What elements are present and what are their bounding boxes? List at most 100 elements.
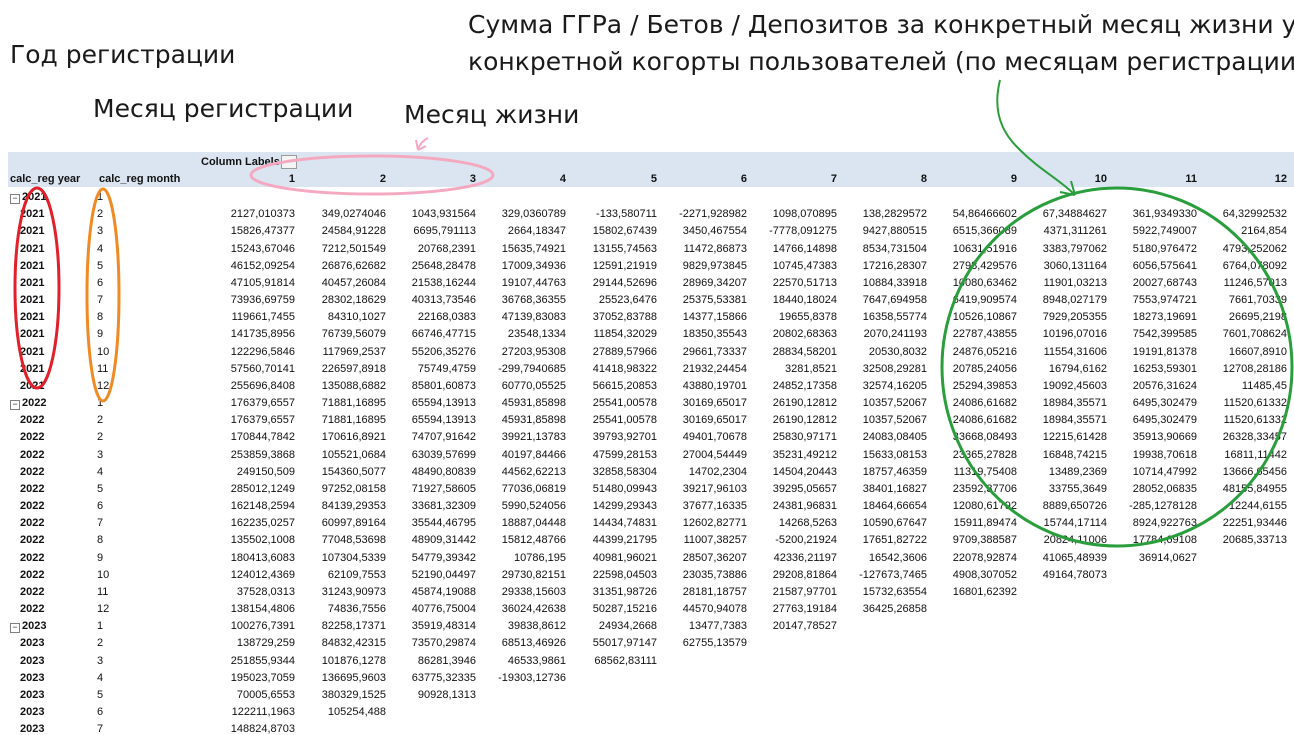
table-cell[interactable]: 29338,15603 — [466, 586, 566, 598]
table-cell[interactable]: 20785,24056 — [917, 363, 1017, 375]
table-cell[interactable]: 138154,4806 — [195, 603, 295, 615]
table-cell[interactable]: 349,0274046 — [286, 208, 386, 220]
collapse-toggle-2021[interactable]: − — [10, 194, 20, 204]
table-cell[interactable]: 74836,7556 — [286, 603, 386, 615]
table-cell[interactable]: 20824,11006 — [1007, 534, 1107, 546]
table-cell[interactable]: 60770,05525 — [466, 380, 566, 392]
table-cell[interactable]: 12080,61792 — [917, 500, 1017, 512]
column-header-3[interactable]: 3 — [376, 173, 476, 185]
table-cell[interactable]: 122211,1963 — [195, 706, 295, 718]
table-cell[interactable]: 141735,8956 — [195, 328, 295, 340]
table-cell[interactable]: 40313,73546 — [376, 294, 476, 306]
table-cell[interactable]: 15812,48766 — [466, 534, 566, 546]
table-cell[interactable]: 20530,8032 — [827, 346, 927, 358]
table-cell[interactable]: 15911,89474 — [917, 517, 1017, 529]
table-cell[interactable]: 170844,7842 — [195, 431, 295, 443]
table-cell[interactable]: 76739,56079 — [286, 328, 386, 340]
row-header-year[interactable]: calc_reg year — [10, 173, 80, 185]
group-year-2022[interactable]: 2022 — [22, 397, 46, 409]
table-cell[interactable]: -2271,928982 — [647, 208, 747, 220]
table-cell[interactable]: 24086,61682 — [917, 397, 1017, 409]
table-cell[interactable]: 35231,49212 — [737, 449, 837, 461]
table-cell[interactable]: 138729,259 — [195, 637, 295, 649]
table-cell[interactable]: 3060,131164 — [1007, 260, 1107, 272]
table-cell[interactable]: -127673,7465 — [827, 569, 927, 581]
table-cell[interactable]: 170616,8921 — [286, 431, 386, 443]
table-cell[interactable]: 66746,47715 — [376, 328, 476, 340]
table-cell[interactable]: 75749,4759 — [376, 363, 476, 375]
table-cell[interactable]: 31351,98726 — [557, 586, 657, 598]
table-cell[interactable]: 14377,15866 — [647, 311, 747, 323]
table-cell[interactable]: 33681,32309 — [376, 500, 476, 512]
table-cell[interactable]: 105521,0684 — [286, 449, 386, 461]
table-cell[interactable]: 37677,16335 — [647, 500, 747, 512]
table-cell[interactable]: 18757,46359 — [827, 466, 927, 478]
table-cell[interactable]: 41065,48939 — [1007, 552, 1107, 564]
table-cell[interactable]: 16607,8910 — [1187, 346, 1287, 358]
table-cell[interactable]: 380329,1525 — [286, 689, 386, 701]
column-header-10[interactable]: 10 — [1007, 173, 1107, 185]
table-cell[interactable]: 71927,58605 — [376, 483, 476, 495]
table-cell[interactable]: 7601,708624 — [1187, 328, 1287, 340]
table-cell[interactable]: 180413,6083 — [195, 552, 295, 564]
table-cell[interactable]: 37052,83788 — [557, 311, 657, 323]
table-cell[interactable]: 82258,17371 — [286, 620, 386, 632]
collapse-toggle-2023[interactable]: − — [10, 623, 20, 634]
table-cell[interactable]: 16848,74215 — [1007, 449, 1107, 461]
table-cell[interactable]: 25830,97171 — [737, 431, 837, 443]
table-cell[interactable]: 77036,06819 — [466, 483, 566, 495]
table-cell[interactable]: 45931,85898 — [466, 397, 566, 409]
table-cell[interactable]: 18984,35571 — [1007, 414, 1107, 426]
table-cell[interactable]: 35913,90669 — [1097, 431, 1197, 443]
table-cell[interactable]: 40197,84466 — [466, 449, 566, 461]
table-cell[interactable]: 9427,880515 — [827, 225, 927, 237]
table-cell[interactable]: 90928,1313 — [376, 689, 476, 701]
table-cell[interactable]: 25541,00578 — [557, 397, 657, 409]
table-cell[interactable]: 42336,21197 — [737, 552, 837, 564]
table-cell[interactable]: 30169,65017 — [647, 397, 747, 409]
table-cell[interactable]: 2798,429576 — [917, 260, 1017, 272]
table-cell[interactable]: 47599,28153 — [557, 449, 657, 461]
table-cell[interactable]: 28052,06835 — [1097, 483, 1197, 495]
table-cell[interactable]: 162148,2594 — [195, 500, 295, 512]
table-cell[interactable]: 27889,57966 — [557, 346, 657, 358]
table-cell[interactable]: 20802,68363 — [737, 328, 837, 340]
table-cell[interactable]: 18887,04448 — [466, 517, 566, 529]
table-cell[interactable]: 27763,19184 — [737, 603, 837, 615]
table-cell[interactable]: 20576,31624 — [1097, 380, 1197, 392]
table-cell[interactable]: 15744,17114 — [1007, 517, 1107, 529]
table-cell[interactable]: 62755,13579 — [647, 637, 747, 649]
table-cell[interactable]: 10357,52067 — [827, 414, 927, 426]
table-cell[interactable]: 22570,51713 — [737, 277, 837, 289]
table-cell[interactable]: 57560,70141 — [195, 363, 295, 375]
table-cell[interactable]: 25375,53381 — [647, 294, 747, 306]
table-cell[interactable]: 18440,18024 — [737, 294, 837, 306]
table-cell[interactable]: 27203,95308 — [466, 346, 566, 358]
table-cell[interactable]: 26695,2198 — [1187, 311, 1287, 323]
table-cell[interactable]: 13477,7383 — [647, 620, 747, 632]
table-cell[interactable]: 100276,7391 — [195, 620, 295, 632]
table-cell[interactable]: 22078,92874 — [917, 552, 1017, 564]
table-cell[interactable]: 11319,75408 — [917, 466, 1017, 478]
table-cell[interactable]: 16794,6162 — [1007, 363, 1107, 375]
table-cell[interactable]: 24584,91228 — [286, 225, 386, 237]
table-cell[interactable]: 2664,18347 — [466, 225, 566, 237]
table-cell[interactable]: 23548,1334 — [466, 328, 566, 340]
table-cell[interactable]: 45874,19088 — [376, 586, 476, 598]
table-cell[interactable]: 11554,31606 — [1007, 346, 1107, 358]
table-cell[interactable]: 14268,5263 — [737, 517, 837, 529]
table-cell[interactable]: 73936,69759 — [195, 294, 295, 306]
table-cell[interactable]: 40981,96021 — [557, 552, 657, 564]
table-cell[interactable]: 19938,70618 — [1097, 449, 1197, 461]
table-cell[interactable]: 24852,17358 — [737, 380, 837, 392]
table-cell[interactable]: 24381,96831 — [737, 500, 837, 512]
table-cell[interactable]: 50287,15216 — [557, 603, 657, 615]
table-cell[interactable]: 37528,0313 — [195, 586, 295, 598]
table-cell[interactable]: 35919,48314 — [376, 620, 476, 632]
table-cell[interactable]: 11854,32029 — [557, 328, 657, 340]
table-cell[interactable]: 32508,29281 — [827, 363, 927, 375]
table-cell[interactable]: 25294,39853 — [917, 380, 1017, 392]
table-cell[interactable]: 6495,302479 — [1097, 414, 1197, 426]
table-cell[interactable]: 135502,1008 — [195, 534, 295, 546]
table-cell[interactable]: 18350,35543 — [647, 328, 747, 340]
